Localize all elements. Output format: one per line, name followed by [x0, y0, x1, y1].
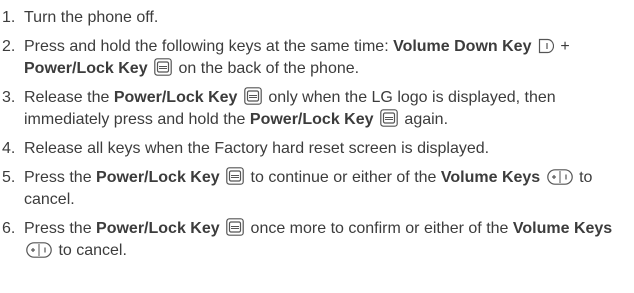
- power-lock-key-icon: [154, 58, 172, 76]
- step-text-segment: to continue or either of the: [246, 169, 441, 186]
- key-name: Power/Lock Key: [96, 220, 220, 237]
- step-number: 1.: [2, 9, 16, 26]
- step-item: 6. Press the Power/Lock Key once more to …: [2, 218, 634, 262]
- step-text-segment: on the back of the phone.: [174, 60, 360, 77]
- step-text-segment: Release the: [24, 89, 114, 106]
- step-text: Press and hold the following keys at the…: [24, 36, 634, 80]
- instruction-steps-list: 1. Turn the phone off. 2. Press and hold th…: [0, 0, 634, 262]
- power-lock-key-icon: [380, 109, 398, 127]
- step-text-segment: again.: [399, 111, 449, 128]
- step-item: 5. Press the Power/Lock Key to continue o…: [2, 167, 634, 211]
- key-name: Volume Keys: [440, 169, 541, 186]
- power-lock-key-icon: [244, 87, 262, 105]
- key-name: Power/Lock Key: [113, 89, 238, 106]
- step-text-segment: Turn the phone off.: [24, 9, 159, 26]
- step-text-segment: [374, 111, 378, 128]
- volume-down-key-icon: [538, 38, 554, 54]
- key-name: Volume Keys: [512, 220, 613, 237]
- step-text: Press the Power/Lock Key to continue or …: [24, 167, 634, 211]
- power-lock-key-icon: [226, 218, 244, 236]
- volume-keys-icon: [546, 169, 573, 185]
- step-text-segment: Press and hold the following keys at the…: [24, 38, 394, 55]
- step-text-segment: once more to confirm or either of the: [246, 220, 513, 237]
- step-text-segment: [220, 169, 224, 186]
- step-text-segment: [237, 89, 241, 106]
- step-number: 2.: [2, 38, 16, 55]
- step-number: 6.: [2, 220, 16, 237]
- volume-keys-icon: [26, 242, 52, 258]
- step-text-segment: +: [555, 38, 570, 55]
- step-text: Release the Power/Lock Key only when the…: [24, 87, 634, 131]
- key-name: Power/Lock Key: [24, 60, 148, 77]
- step-text-segment: Press the: [24, 169, 97, 186]
- step-item: 4. Release all keys when the Factory hard…: [2, 138, 634, 160]
- step-item: 1. Turn the phone off.: [2, 7, 634, 29]
- step-text-segment: to cancel.: [54, 242, 127, 259]
- step-item: 2. Press and hold the following keys at t…: [2, 36, 634, 80]
- step-text: Press the Power/Lock Key once more to co…: [24, 218, 634, 262]
- step-text: Turn the phone off.: [24, 7, 634, 29]
- step-number: 5.: [2, 169, 16, 186]
- step-text-segment: [540, 169, 544, 186]
- key-name: Power/Lock Key: [96, 169, 220, 186]
- step-text-segment: [220, 220, 224, 237]
- step-text-segment: Press the: [24, 220, 97, 237]
- step-text-segment: [531, 38, 535, 55]
- step-number: 4.: [2, 140, 16, 157]
- step-number: 3.: [2, 89, 16, 106]
- step-text: Release all keys when the Factory hard r…: [24, 138, 634, 160]
- key-name: Power/Lock Key: [249, 111, 374, 128]
- step-text-segment: Release all keys when the Factory hard r…: [24, 140, 490, 157]
- step-item: 3. Release the Power/Lock Key only when t…: [2, 87, 634, 131]
- key-name: Volume Down Key: [393, 38, 532, 55]
- step-text-segment: [148, 60, 152, 77]
- power-lock-key-icon: [226, 167, 244, 185]
